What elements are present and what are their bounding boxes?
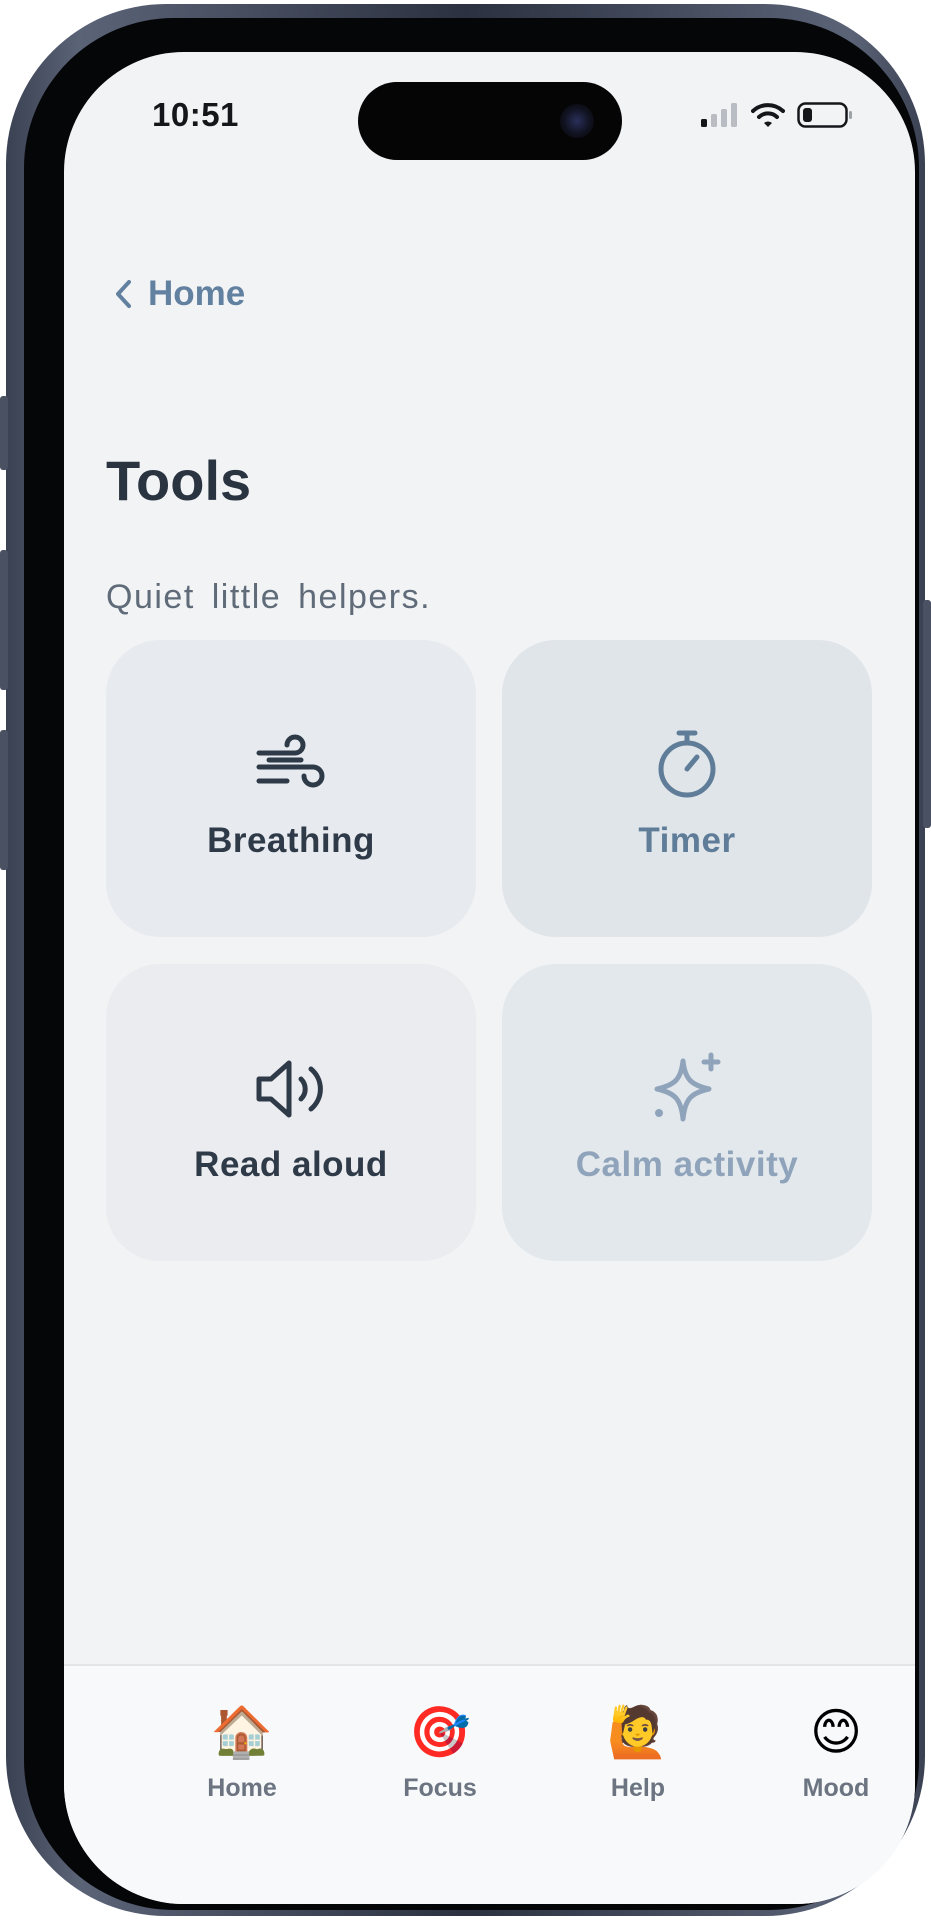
screen-bezel: 10:51 Home Tools Quiet little helpers. B…: [24, 18, 919, 1910]
wifi-icon: [751, 103, 785, 127]
tab-focus[interactable]: 🎯 Focus: [360, 1702, 520, 1803]
phone-frame: 10:51 Home Tools Quiet little helpers. B…: [0, 4, 931, 1916]
page-subtitle: Quiet little helpers.: [106, 578, 432, 616]
sparkle-icon: [654, 1052, 721, 1121]
stopwatch-icon: [658, 730, 716, 797]
tool-calm-activity[interactable]: Calm activity: [502, 964, 872, 1261]
tool-breathing[interactable]: Breathing: [106, 640, 476, 937]
tab-help-label: Help: [610, 1774, 666, 1802]
front-camera: [560, 104, 594, 138]
target-icon: 🎯: [408, 1704, 472, 1760]
tab-mood-label: Mood: [802, 1774, 870, 1802]
tool-timer-label: Timer: [638, 820, 736, 860]
tool-timer[interactable]: Timer: [502, 640, 872, 937]
tab-bar: 🏠 Home 🎯 Focus 🙋 Help 😊 Mood: [64, 1664, 915, 1904]
status-icons: [701, 102, 853, 128]
tab-mood[interactable]: 😊 Mood: [756, 1702, 915, 1803]
tab-home[interactable]: 🏠 Home: [162, 1702, 322, 1803]
tool-breathing-label: Breathing: [207, 820, 375, 860]
smiley-icon: 😊: [809, 1704, 863, 1760]
battery-icon: [797, 102, 852, 128]
tab-help[interactable]: 🙋 Help: [558, 1702, 718, 1803]
speaker-icon: [256, 1060, 323, 1117]
dynamic-island: [358, 82, 622, 160]
house-icon: 🏠: [210, 1704, 274, 1760]
tool-read-aloud[interactable]: Read aloud: [106, 964, 476, 1261]
back-label: Home: [148, 274, 246, 313]
app-screen: 10:51 Home Tools Quiet little helpers. B…: [64, 52, 915, 1904]
raised-hand-icon: 🙋: [606, 1704, 670, 1760]
wind-icon: [256, 734, 325, 787]
tab-focus-label: Focus: [403, 1774, 477, 1802]
tab-home-label: Home: [207, 1774, 277, 1802]
volume-up-button: [0, 550, 8, 690]
volume-down-button: [0, 730, 8, 870]
power-button: [923, 600, 931, 828]
back-button[interactable]: Home: [114, 274, 245, 314]
status-time: 10:51: [152, 96, 239, 133]
page-title: Tools: [106, 449, 252, 512]
chevron-left-icon: [116, 280, 131, 308]
cellular-signal-icon: [701, 103, 737, 127]
tool-calm-activity-label: Calm activity: [575, 1144, 799, 1184]
tool-read-aloud-label: Read aloud: [194, 1144, 388, 1184]
action-button: [0, 396, 8, 470]
